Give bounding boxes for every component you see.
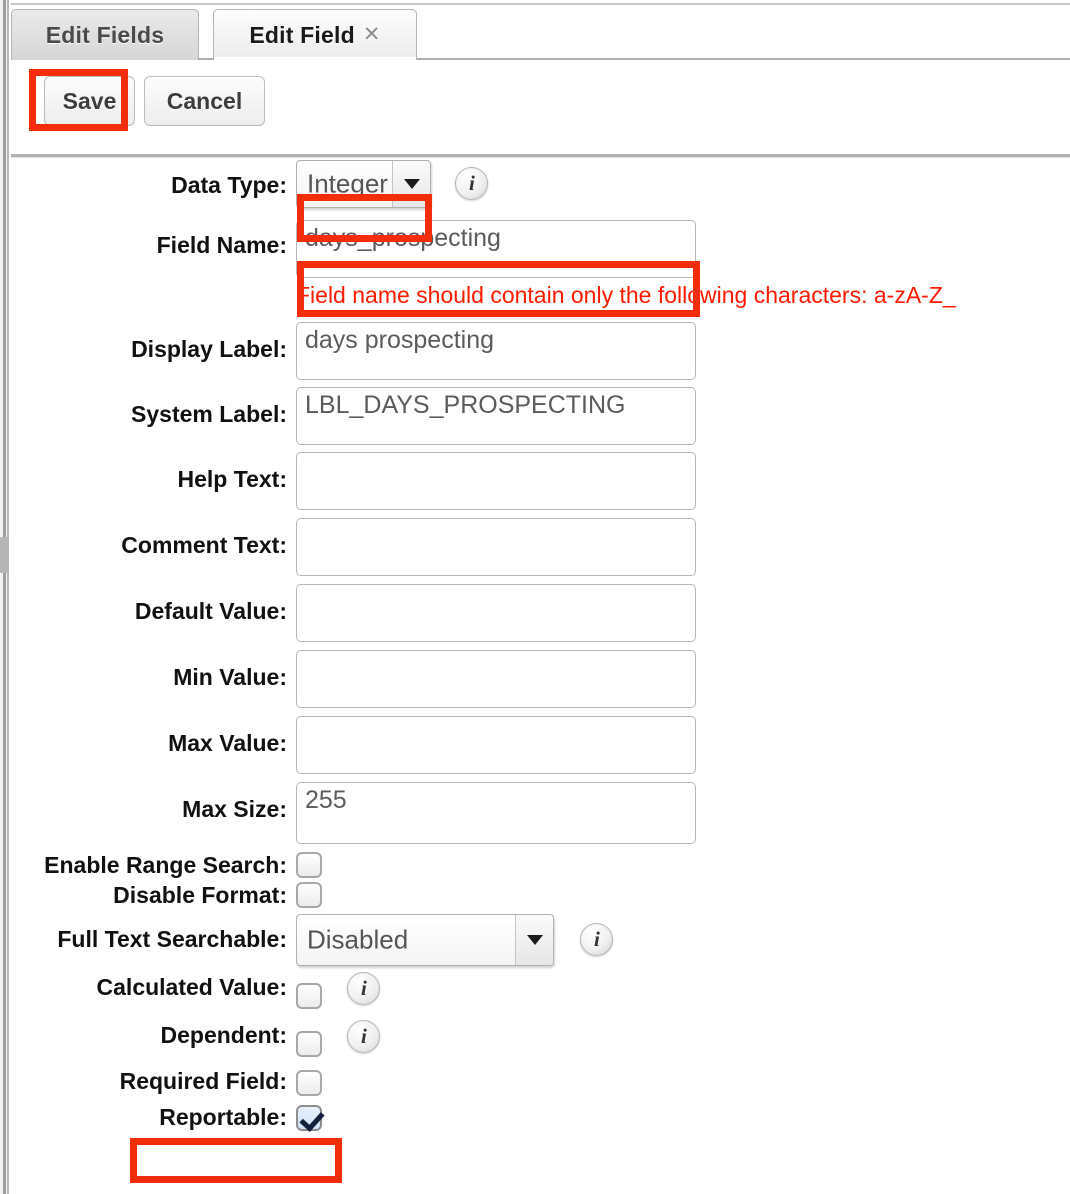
field-name-control: days_prospecting (296, 220, 1070, 278)
field-name-label: Field Name: (156, 232, 287, 258)
comment-text-control (296, 518, 1070, 576)
required-field-control (296, 1068, 1070, 1096)
display-label-input[interactable]: days prospecting (296, 322, 696, 380)
row-full-text-searchable: Full Text Searchable: Disabled i (11, 914, 1070, 972)
full-text-searchable-label: Full Text Searchable: (57, 926, 287, 952)
display-label-label: Display Label: (131, 336, 287, 362)
reportable-label: Reportable: (159, 1104, 287, 1130)
disable-format-label: Disable Format: (113, 882, 287, 908)
calculated-value-checkbox[interactable] (296, 983, 322, 1009)
chevron-down-icon (526, 935, 543, 945)
row-help-text: Help Text: (11, 452, 1070, 518)
default-value-label: Default Value: (134, 598, 287, 624)
max-value-control (296, 716, 1070, 774)
system-label-control: LBL_DAYS_PROSPECTING (296, 387, 1070, 445)
help-text-input[interactable] (296, 452, 696, 510)
full-text-searchable-select-button[interactable] (515, 915, 553, 965)
enable-range-search-control (296, 852, 1070, 878)
comment-text-input[interactable] (296, 518, 696, 576)
row-enable-range-search: Enable Range Search: (11, 852, 1070, 882)
row-data-type: Data Type: Integer i (11, 160, 1070, 213)
row-system-label: System Label: LBL_DAYS_PROSPECTING (11, 387, 1070, 452)
close-icon[interactable]: ✕ (363, 24, 381, 47)
default-value-control (296, 584, 1070, 642)
window-left-edge (0, 0, 9, 1194)
row-min-value: Min Value: (11, 650, 1070, 716)
full-text-searchable-selected-value: Disabled (307, 924, 409, 955)
max-value-label: Max Value: (168, 730, 287, 756)
calculated-value-label: Calculated Value: (96, 974, 287, 1000)
max-value-input[interactable] (296, 716, 696, 774)
dependent-info-icon[interactable]: i (347, 1020, 381, 1053)
data-type-label: Data Type: (171, 172, 287, 198)
row-default-value: Default Value: (11, 584, 1070, 650)
full-text-searchable-select[interactable]: Disabled (296, 914, 554, 966)
help-text-control (296, 452, 1070, 510)
annotation-reportable-checkbox (130, 1138, 342, 1183)
data-type-control: Integer i (296, 160, 1070, 208)
row-max-size: Max Size: 255 (11, 782, 1070, 850)
reportable-checkbox[interactable] (296, 1105, 322, 1131)
calculated-value-info-icon[interactable]: i (347, 972, 381, 1005)
full-text-searchable-control: Disabled i (296, 914, 1070, 966)
min-value-control (296, 650, 1070, 708)
default-value-input[interactable] (296, 584, 696, 642)
cancel-button[interactable]: Cancel (144, 76, 265, 126)
tab-edit-fields[interactable]: Edit Fields (11, 9, 199, 60)
disable-format-control (296, 882, 1070, 908)
enable-range-search-label: Enable Range Search: (44, 852, 287, 878)
max-size-label: Max Size: (182, 796, 287, 822)
edge-line (3, 0, 6, 1194)
data-type-selected-value: Integer (307, 168, 388, 199)
save-button[interactable]: Save (44, 76, 135, 126)
system-label-label: System Label: (131, 401, 287, 427)
enable-range-search-checkbox[interactable] (296, 852, 322, 878)
row-calculated-value: Calculated Value: i (11, 972, 1070, 1020)
required-field-checkbox[interactable] (296, 1070, 322, 1096)
dependent-label: Dependent: (160, 1022, 288, 1048)
required-field-label: Required Field: (119, 1068, 287, 1094)
reportable-control (296, 1104, 1070, 1131)
field-name-error-control: Field name should contain only the follo… (296, 282, 1070, 309)
row-required-field: Required Field: (11, 1068, 1070, 1104)
field-name-error-text: Field name should contain only the follo… (296, 282, 956, 308)
min-value-label: Min Value: (173, 664, 287, 690)
row-dependent: Dependent: i (11, 1020, 1070, 1068)
calculated-value-control: i (296, 972, 1070, 1009)
data-type-select-button[interactable] (392, 161, 430, 207)
toolbar-divider-highlight (11, 157, 1070, 158)
row-reportable: Reportable: (11, 1104, 1070, 1142)
row-display-label: Display Label: days prospecting (11, 322, 1070, 387)
tab-edit-fields-label: Edit Fields (45, 21, 165, 48)
row-comment-text: Comment Text: (11, 518, 1070, 584)
row-field-name-error: Field name should contain only the follo… (11, 282, 1070, 322)
disable-format-checkbox[interactable] (296, 882, 322, 908)
row-disable-format: Disable Format: (11, 882, 1070, 914)
edit-field-form: Data Type: Integer i Field Name: days_pr… (11, 160, 1070, 1142)
tab-bar-top-line (11, 3, 1070, 5)
field-name-input[interactable]: days_prospecting (296, 220, 696, 278)
panel-resize-handle[interactable] (0, 537, 9, 573)
tab-edit-field[interactable]: Edit Field ✕ (213, 9, 417, 60)
help-text-label: Help Text: (177, 466, 287, 492)
max-size-input[interactable]: 255 (296, 782, 696, 844)
min-value-input[interactable] (296, 650, 696, 708)
full-text-searchable-info-icon[interactable]: i (580, 923, 614, 956)
data-type-select[interactable]: Integer (296, 160, 431, 208)
max-size-control: 255 (296, 782, 1070, 844)
tab-bar: Edit Fields Edit Field ✕ (11, 0, 1070, 60)
data-type-info-icon[interactable]: i (455, 167, 489, 200)
dependent-checkbox[interactable] (296, 1031, 322, 1057)
tab-active-mask (214, 57, 416, 60)
row-max-value: Max Value: (11, 716, 1070, 782)
dependent-control: i (296, 1020, 1070, 1057)
system-label-input[interactable]: LBL_DAYS_PROSPECTING (296, 387, 696, 445)
action-button-bar: Save Cancel (11, 62, 1070, 154)
chevron-down-icon (403, 179, 420, 189)
comment-text-label: Comment Text: (121, 532, 287, 558)
tab-edit-field-label: Edit Field (249, 21, 355, 48)
edit-field-page: Edit Fields Edit Field ✕ Save Cancel Dat… (0, 0, 1070, 1194)
display-label-control: days prospecting (296, 322, 1070, 380)
row-field-name: Field Name: days_prospecting (11, 220, 1070, 282)
